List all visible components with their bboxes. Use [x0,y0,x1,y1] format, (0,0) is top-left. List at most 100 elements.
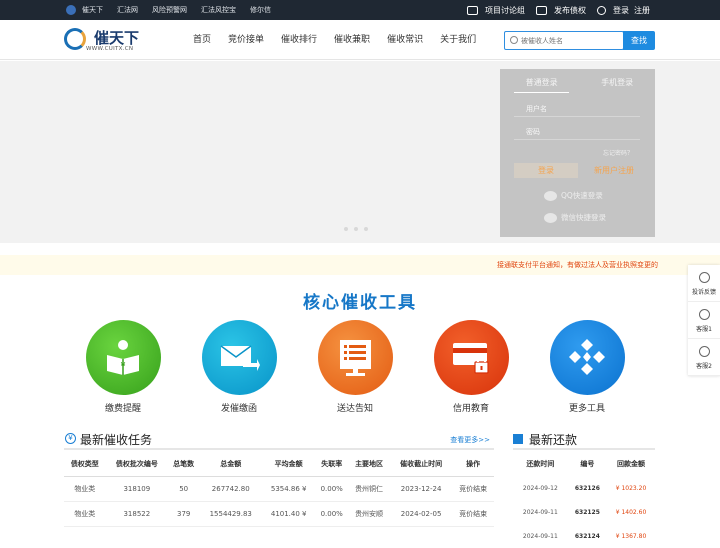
login-button[interactable]: 登录 [514,163,578,178]
cell: 0.00% [315,501,349,527]
cell: ¥ 1023.20 [615,484,647,492]
repayments-title: 最新还款 [529,433,578,447]
action-cell[interactable]: 竞价结束 [452,476,494,502]
home-icon[interactable] [66,5,76,15]
chat-icon [467,5,478,15]
cell: 2024-09-11 [522,532,558,540]
login-tabs: 普通登录 手机登录 [500,77,655,93]
top-link-huifa[interactable]: 汇法网 [117,5,138,15]
search-input[interactable] [521,34,621,47]
cell: 1554429.83 [199,501,263,527]
cell: 贵州铜仁 [348,476,390,502]
col-header: 编号 [580,460,595,468]
logo-name: 催天下 [94,29,140,47]
tool-circle: ¥ [85,320,161,395]
cell: 2024-09-12 [522,484,558,492]
tool-label: 缴费提醒 [104,404,141,414]
nav-knowledge[interactable]: 催收常识 [387,32,423,45]
table-row: 2024-09-11 632125 ¥ 1402.60 [513,500,655,524]
top-link-risk-warning[interactable]: 风险预警网 [152,5,187,15]
headset-icon [698,346,710,357]
tasks-more-link[interactable]: 查看更多>> [450,435,490,445]
tool-label: 发催缴函 [220,404,257,414]
cell: 4101.40 ¥ [262,501,316,527]
forgot-password-link[interactable]: 忘记密码？ [603,148,633,157]
col-header: 平均金额 [262,452,316,477]
register-link[interactable]: 注册 [634,5,650,16]
carousel-dot[interactable] [354,227,358,231]
tool-circle [549,320,625,395]
table-row[interactable]: 物业类 318109 50 267742.80 5354.86 ¥ 0.00% … [64,476,494,502]
cell: 2024-02-05 [389,501,453,527]
yen-icon: ¥ [65,433,76,444]
password-field[interactable]: 密码 [514,124,640,140]
tool-more-tools[interactable]: 更多工具 [549,320,625,414]
col-header: 总金额 [199,452,263,477]
tool-credit-education[interactable]: 信用教育 [433,320,509,414]
user-icon [597,5,606,15]
carousel-dot[interactable] [364,227,368,231]
action-cell[interactable]: 竞价结束 [452,501,494,527]
service2-button[interactable]: 客服2 [688,339,720,376]
logo-url: WWW.CUITX.CN [86,46,134,52]
diamond-grid-icon [568,339,605,375]
cell: 0.00% [315,476,349,502]
envelope-icon [220,345,260,371]
col-header: 催收截止时间 [389,452,453,477]
publish-link[interactable]: 发布债权 [554,5,586,16]
nav-home[interactable]: 首页 [193,32,211,45]
cell: 2023-12-24 [389,476,453,502]
nav-parttime[interactable]: 催收兼职 [334,32,370,45]
notice-ticker: 接通联支付平台通知，有做过法人及营业执照变更的 [0,255,720,275]
repayments-header: 最新还款 [513,428,655,450]
cell: 379 [168,501,200,527]
service2-label: 客服2 [696,363,712,370]
wechat-login-label: 微信快捷登录 [561,213,606,222]
col-header: 债权类型 [64,452,106,477]
tool-circle [317,320,393,395]
top-link-xiuerxin[interactable]: 修尔信 [250,5,271,15]
table-row[interactable]: 物业类 318522 379 1554429.83 4101.40 ¥ 0.00… [64,501,494,527]
top-link-cuitianxia[interactable]: 催天下 [82,5,103,15]
tool-label: 送达告知 [336,404,373,414]
tool-delivery-notice[interactable]: 送达告知 [317,320,393,414]
tab-normal-login[interactable]: 普通登录 [514,77,570,93]
cell: 632124 [574,532,600,540]
credit-card-icon [452,343,489,374]
carousel-dot[interactable] [344,227,348,231]
search-icon [510,36,518,44]
tab-mobile-login[interactable]: 手机登录 [579,77,655,93]
wechat-login[interactable]: 微信快捷登录 [544,212,606,223]
col-header: 失联率 [315,452,349,477]
chart-icon [513,434,523,444]
main-nav: 首页 竞价接单 催收排行 催收兼职 催收常识 关于我们 [193,32,493,45]
logo[interactable]: 催天下 WWW.CUITX.CN [64,26,164,56]
document-icon [339,340,371,376]
cell: 2024-09-11 [522,508,558,516]
tools-row: ¥ 缴费提醒 发催缴函 送达告知 信用教育 更多工具 [85,320,625,414]
nav-bidding[interactable]: 竞价接单 [228,32,264,45]
discussion-link[interactable]: 项目讨论组 [485,5,525,16]
nav-ranking[interactable]: 催收排行 [281,32,317,45]
ticker-text[interactable]: 接通联支付平台通知，有做过法人及营业执照变更的 [497,260,658,270]
tasks-header-row: 债权类型 债权批次编号 总笔数 总金额 平均金额 失联率 主要地区 催收截止时间… [64,452,494,477]
logo-mark-icon [64,28,86,50]
cell: 632125 [574,508,600,516]
login-panel: 普通登录 手机登录 用户名 密码 忘记密码？ 登录 新用户注册 QQ快速登录 微… [500,69,655,237]
repayments-table: 还款时间 编号 回款金额 2024-09-12 632126 ¥ 1023.20… [513,452,655,548]
tool-circle [433,320,509,395]
tasks-table: 债权类型 债权批次编号 总笔数 总金额 平均金额 失联率 主要地区 催收截止时间… [64,452,494,527]
login-link[interactable]: 登录 [613,5,629,16]
tool-payment-reminder[interactable]: ¥ 缴费提醒 [85,320,161,414]
register-button[interactable]: 新用户注册 [584,163,644,178]
search-button[interactable]: 查找 [623,31,655,50]
cell: 318109 [105,476,169,502]
nav-about[interactable]: 关于我们 [440,32,476,45]
tool-send-letter[interactable]: 发催缴函 [201,320,277,414]
top-actions: 项目讨论组 发布债权 登录 注册 [467,0,650,20]
username-field[interactable]: 用户名 [514,101,640,117]
qq-login[interactable]: QQ快速登录 [544,190,603,201]
top-link-risk-control[interactable]: 汇法风控宝 [201,5,236,15]
side-float-bar: 投诉反馈 客服1 客服2 [688,265,720,376]
col-header: 还款时间 [526,460,555,468]
